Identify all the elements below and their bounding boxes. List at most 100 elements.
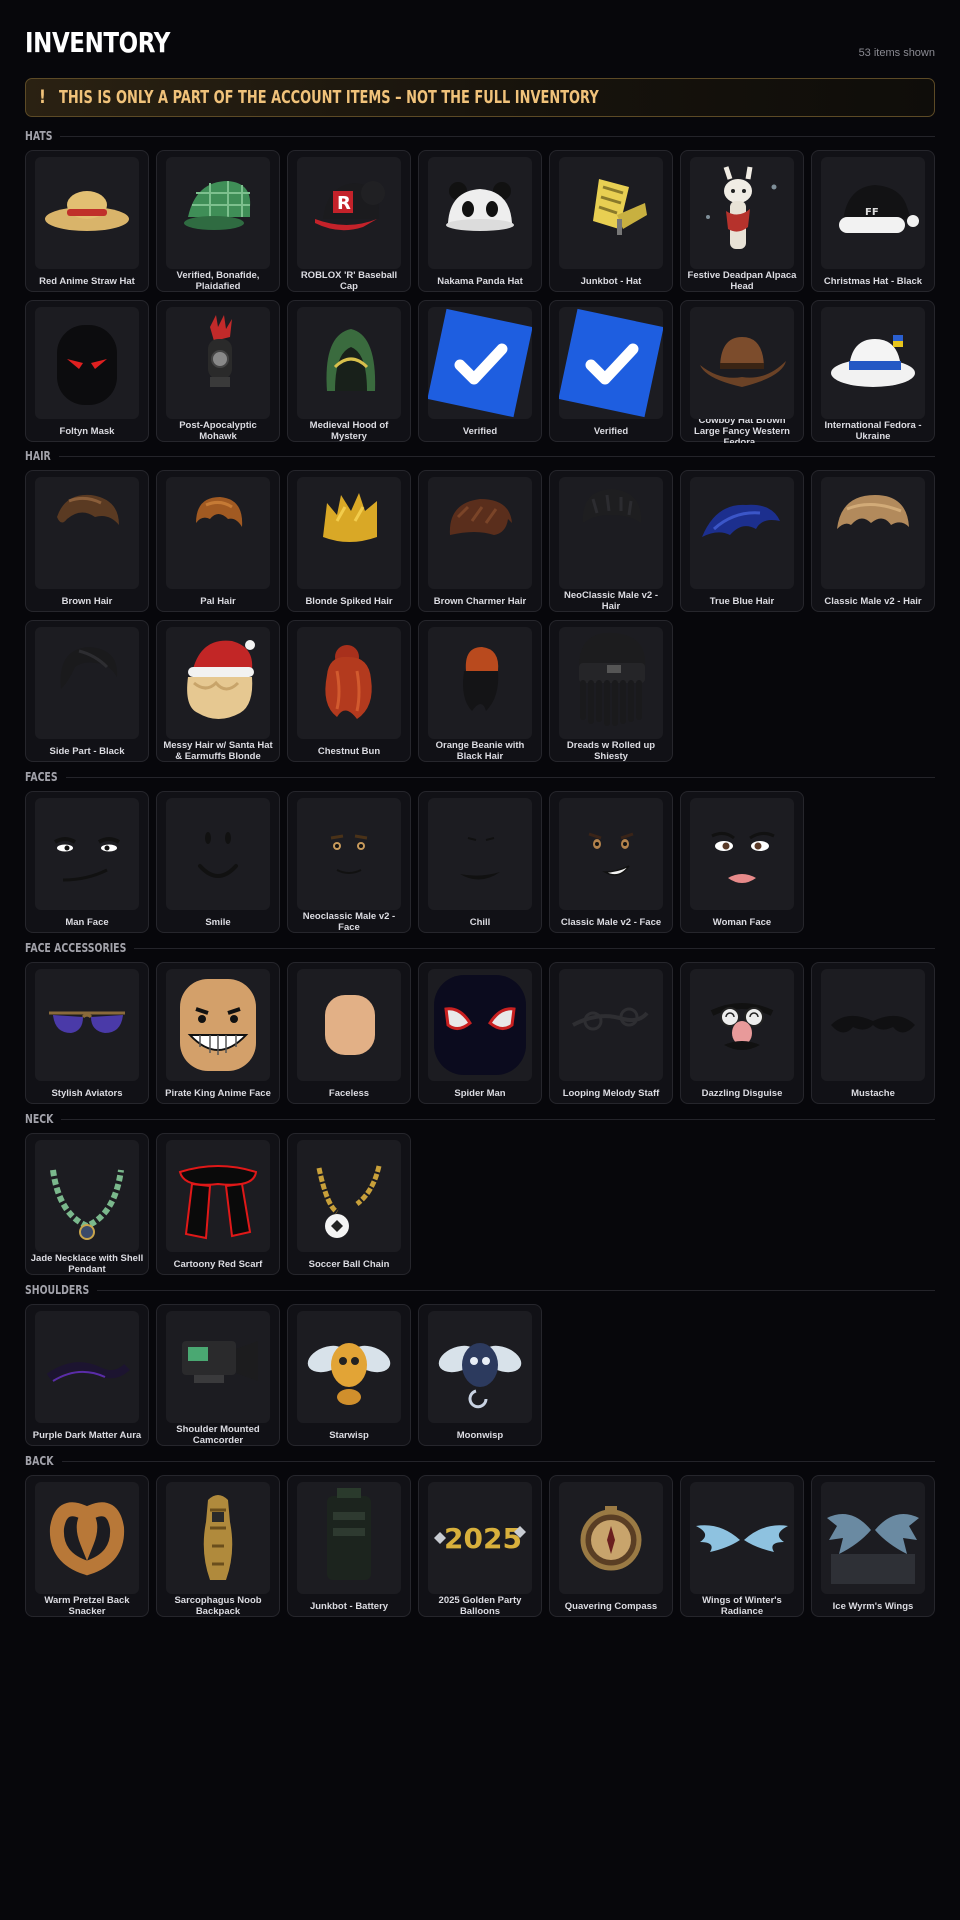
- aviators-icon: [35, 969, 139, 1081]
- item-card[interactable]: Brown Hair: [25, 470, 149, 612]
- sarcophagus-icon: [166, 1482, 270, 1594]
- hood-icon: [297, 307, 401, 419]
- section-divider: [61, 1119, 935, 1120]
- item-card[interactable]: Junkbot - Hat: [549, 150, 673, 292]
- item-card[interactable]: NeoClassic Male v2 - Hair: [549, 470, 673, 612]
- face-man-icon: [35, 798, 139, 910]
- hair-dreads-icon: [559, 627, 663, 739]
- item-card[interactable]: Blonde Spiked Hair: [287, 470, 411, 612]
- item-card[interactable]: Wings of Winter's Radiance: [680, 1475, 804, 1617]
- item-card[interactable]: Nakama Panda Hat: [418, 150, 542, 292]
- item-card[interactable]: Junkbot - Battery: [287, 1475, 411, 1617]
- mohawk-icon: [166, 307, 270, 419]
- hair-sidepart-icon: [35, 627, 139, 739]
- item-card[interactable]: FF Christmas Hat - Black: [811, 150, 935, 292]
- item-card[interactable]: Sarcophagus Noob Backpack: [156, 1475, 280, 1617]
- item-card[interactable]: Warm Pretzel Back Snacker: [25, 1475, 149, 1617]
- item-grid-hats: Red Anime Straw Hat Verified, Bonafide, P…: [25, 150, 935, 443]
- item-card[interactable]: Smile: [156, 791, 280, 933]
- item-card[interactable]: Neoclassic Male v2 - Face: [287, 791, 411, 933]
- panda-hat-icon: [428, 157, 532, 269]
- item-card[interactable]: Woman Face: [680, 791, 804, 933]
- item-card[interactable]: Verified: [549, 300, 673, 442]
- item-card[interactable]: Man Face: [25, 791, 149, 933]
- item-name: Starwisp: [329, 1429, 369, 1441]
- item-grid-shoulders: Purple Dark Matter Aura Shoulder Mounted …: [25, 1304, 935, 1446]
- item-card[interactable]: Verified: [418, 300, 542, 442]
- item-card[interactable]: Messy Hair w/ Santa Hat & Earmuffs Blond…: [156, 620, 280, 762]
- item-card[interactable]: Festive Deadpan Alpaca Head: [680, 150, 804, 292]
- winter-wings-icon: [690, 1482, 794, 1594]
- item-name: Brown Hair: [61, 595, 113, 607]
- item-card[interactable]: Post-Apocalyptic Mohawk: [156, 300, 280, 442]
- item-card[interactable]: Dazzling Disguise: [680, 962, 804, 1104]
- item-grid-back: Warm Pretzel Back Snacker Sarcophagus Noo…: [25, 1475, 935, 1617]
- item-card[interactable]: Soccer Ball Chain: [287, 1133, 411, 1275]
- camcorder-icon: [166, 1311, 270, 1423]
- item-card[interactable]: Faceless: [287, 962, 411, 1104]
- section-divider: [58, 456, 935, 457]
- item-card[interactable]: Side Part - Black: [25, 620, 149, 762]
- item-count: 53 items shown: [858, 47, 935, 59]
- item-card[interactable]: Brown Charmer Hair: [418, 470, 542, 612]
- item-card[interactable]: True Blue Hair: [680, 470, 804, 612]
- item-card[interactable]: Chill: [418, 791, 542, 933]
- verified-badge-icon: [428, 307, 532, 419]
- item-name: Mustache: [851, 1087, 895, 1099]
- item-card[interactable]: Cartoony Red Scarf: [156, 1133, 280, 1275]
- foltyn-mask-icon: [35, 307, 139, 419]
- item-name: ROBLOX 'R' Baseball Cap: [300, 270, 398, 292]
- hair-brown-icon: [35, 477, 139, 589]
- section-title: HATS: [25, 129, 53, 143]
- item-card[interactable]: Classic Male v2 - Face: [549, 791, 673, 933]
- item-card[interactable]: Pirate King Anime Face: [156, 962, 280, 1104]
- item-card[interactable]: Verified, Bonafide, Plaidafied: [156, 150, 280, 292]
- item-card[interactable]: Medieval Hood of Mystery: [287, 300, 411, 442]
- item-name: 2025 Golden Party Balloons: [438, 1595, 522, 1617]
- item-name: Sarcophagus Noob Backpack: [174, 1595, 262, 1617]
- item-card[interactable]: Orange Beanie with Black Hair: [418, 620, 542, 762]
- hair-blonde-icon: [297, 477, 401, 589]
- item-name: Spider Man: [454, 1087, 506, 1099]
- item-card[interactable]: International Fedora - Ukraine: [811, 300, 935, 442]
- jade-necklace-icon: [35, 1140, 139, 1252]
- item-card[interactable]: Chestnut Bun: [287, 620, 411, 762]
- item-card[interactable]: Foltyn Mask: [25, 300, 149, 442]
- item-card[interactable]: Classic Male v2 - Hair: [811, 470, 935, 612]
- item-name: Blonde Spiked Hair: [305, 595, 393, 607]
- item-card[interactable]: Ice Wyrm's Wings: [811, 1475, 935, 1617]
- section-divider: [60, 136, 935, 137]
- item-card[interactable]: Starwisp: [287, 1304, 411, 1446]
- item-card[interactable]: Mustache: [811, 962, 935, 1104]
- page-header: INVENTORY 53 items shown: [25, 26, 935, 66]
- item-card[interactable]: Cowboy Hat Brown Large Fancy Western Fed…: [680, 300, 804, 443]
- svg-text:2025: 2025: [444, 1522, 522, 1555]
- hair-charmer-icon: [428, 477, 532, 589]
- item-card[interactable]: Looping Melody Staff: [549, 962, 673, 1104]
- svg-text:R: R: [337, 193, 351, 214]
- item-name: International Fedora - Ukraine: [824, 420, 922, 442]
- item-name: Verified: [593, 425, 629, 437]
- item-card[interactable]: Pal Hair: [156, 470, 280, 612]
- item-name: Wings of Winter's Radiance: [702, 1595, 782, 1617]
- item-card[interactable]: Red Anime Straw Hat: [25, 150, 149, 292]
- item-name: Junkbot - Battery: [309, 1600, 389, 1612]
- item-card[interactable]: Jade Necklace with Shell Pendant: [25, 1133, 149, 1275]
- item-card[interactable]: Purple Dark Matter Aura: [25, 1304, 149, 1446]
- r-cap-icon: R: [297, 157, 401, 269]
- inventory-notice-banner: ! THIS IS ONLY A PART OF THE ACCOUNT ITE…: [25, 78, 935, 117]
- item-name: Quavering Compass: [564, 1600, 658, 1612]
- plaid-cap-icon: [166, 157, 270, 269]
- item-grid-faces: Man Face Smile Neoclassic Male v2 - Face Ch…: [25, 791, 935, 933]
- item-card[interactable]: 2025 2025 Golden Party Balloons: [418, 1475, 542, 1617]
- straw-hat-icon: [35, 157, 139, 269]
- item-card[interactable]: Stylish Aviators: [25, 962, 149, 1104]
- item-card[interactable]: Quavering Compass: [549, 1475, 673, 1617]
- item-card[interactable]: Dreads w Rolled up Shiesty: [549, 620, 673, 762]
- item-card[interactable]: Shoulder Mounted Camcorder: [156, 1304, 280, 1446]
- item-card[interactable]: Moonwisp: [418, 1304, 542, 1446]
- item-name: Chill: [469, 916, 491, 928]
- item-card[interactable]: R ROBLOX 'R' Baseball Cap: [287, 150, 411, 292]
- item-name: Jade Necklace with Shell Pendant: [30, 1253, 144, 1275]
- item-card[interactable]: Spider Man: [418, 962, 542, 1104]
